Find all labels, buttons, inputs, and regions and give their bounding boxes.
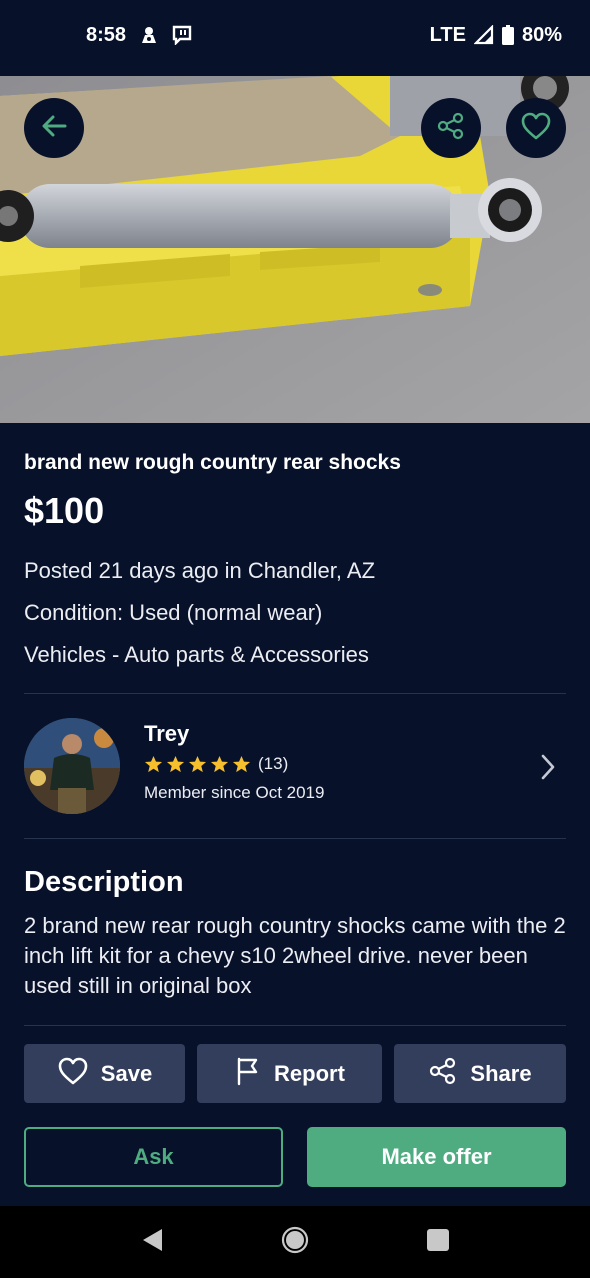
make-offer-button[interactable]: Make offer — [307, 1127, 566, 1187]
description-heading: Description — [24, 866, 184, 898]
condition-info: Condition: Used (normal wear) — [24, 600, 323, 625]
save-button[interactable]: Save — [24, 1044, 185, 1103]
divider — [24, 1025, 566, 1026]
network-label: LTE — [429, 23, 466, 46]
report-button[interactable]: Report — [197, 1044, 382, 1103]
save-label: Save — [100, 1060, 153, 1086]
listing-photo[interactable] — [0, 76, 590, 423]
chevron-right-icon — [538, 752, 558, 787]
home-circle-icon — [281, 1226, 309, 1259]
seller-profile-row[interactable]: Trey (13) Member since Oct 2019 — [0, 694, 590, 838]
star-icon — [166, 755, 185, 772]
listing-price: $100 — [24, 490, 105, 531]
share-listing-button[interactable] — [421, 98, 481, 158]
system-nav-bar — [0, 1206, 590, 1278]
share-icon — [436, 111, 466, 146]
star-icon — [188, 755, 207, 772]
listing-screen: 8:58 LTE 80% brand new rough country rea… — [0, 0, 590, 1278]
product-photo-image — [0, 76, 590, 423]
star-icon — [144, 755, 163, 772]
favorite-button[interactable] — [506, 98, 566, 158]
share-button[interactable]: Share — [394, 1044, 566, 1103]
seller-name: Trey — [144, 721, 190, 746]
nav-back-button[interactable] — [132, 1222, 172, 1262]
seller-avatar — [24, 718, 120, 814]
description-text: 2 brand new rear rough country shocks ca… — [24, 913, 566, 998]
ask-button[interactable]: Ask — [24, 1127, 283, 1187]
heart-icon — [57, 1056, 89, 1092]
listing-title: brand new rough country rear shocks — [24, 451, 401, 474]
status-bar: 8:58 LTE 80% — [0, 0, 590, 76]
heart-icon — [520, 111, 552, 146]
back-triangle-icon — [140, 1227, 164, 1258]
back-button[interactable] — [24, 98, 84, 158]
flag-icon — [234, 1056, 262, 1092]
recents-square-icon — [426, 1228, 450, 1257]
battery-icon — [501, 25, 514, 45]
divider — [24, 838, 566, 839]
nav-recents-button[interactable] — [418, 1222, 458, 1262]
chat-notification-icon — [172, 25, 192, 45]
status-time: 8:58 — [86, 23, 127, 46]
share-icon — [428, 1056, 458, 1092]
signal-icon — [473, 25, 494, 45]
seller-rating: (13) — [144, 754, 288, 774]
notification-icon — [140, 25, 158, 45]
back-arrow-icon — [39, 111, 69, 146]
share-label: Share — [470, 1060, 532, 1086]
star-icon — [232, 755, 251, 772]
report-label: Report — [274, 1060, 345, 1086]
category-link[interactable]: Vehicles - Auto parts & Accessories — [24, 640, 569, 670]
posted-info: Posted 21 days ago in Chandler, AZ — [24, 558, 376, 583]
star-icon — [210, 755, 229, 772]
rating-count: (13) — [258, 754, 289, 773]
battery-percent: 80% — [521, 23, 562, 46]
nav-home-button[interactable] — [275, 1222, 315, 1262]
member-since: Member since Oct 2019 — [144, 783, 325, 802]
